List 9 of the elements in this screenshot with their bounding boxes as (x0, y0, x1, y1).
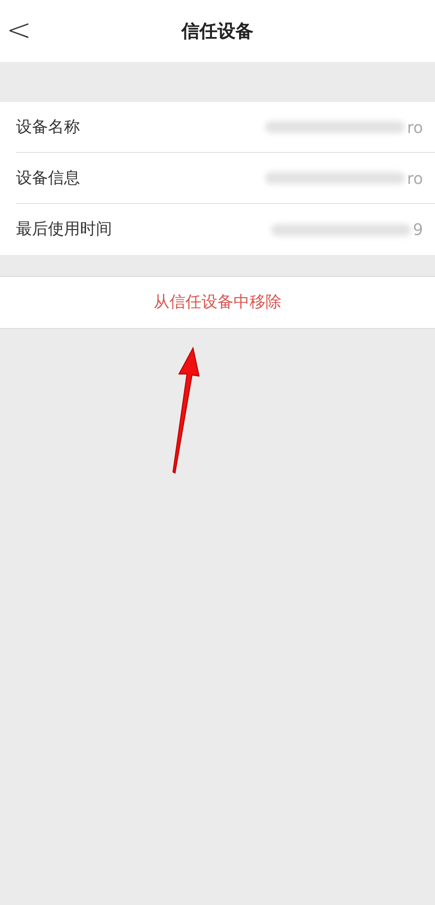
row-value: 9 (412, 220, 423, 239)
row-label: 设备信息 (16, 168, 81, 188)
row-value: ro (406, 168, 423, 188)
back-button[interactable]: < (4, 14, 34, 48)
row-value: ro (406, 118, 423, 136)
remove-button[interactable]: 从信任设备中移除 (150, 288, 286, 317)
row-label: 最后使用时间 (16, 219, 113, 240)
page-title: 信任设备 (182, 20, 254, 43)
row-label: 设备名称 (16, 116, 81, 138)
